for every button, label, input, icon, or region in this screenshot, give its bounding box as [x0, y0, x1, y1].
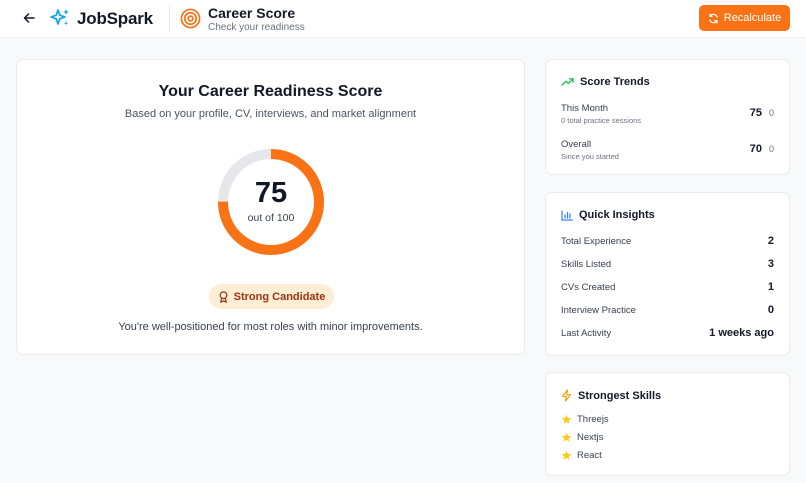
- skill-item: Threejs: [561, 414, 609, 425]
- score-trends-label: Score Trends: [580, 76, 650, 88]
- recalculate-button[interactable]: Recalculate: [699, 5, 790, 31]
- trend-overall-label: Overall: [561, 139, 592, 150]
- insight-last-activity-label: Last Activity: [561, 328, 612, 339]
- score-card: Your Career Readiness Score Based on you…: [16, 59, 525, 355]
- score-trends-card: Score Trends This Month 0 total practice…: [545, 59, 790, 175]
- score-out-of: out of 100: [247, 212, 295, 224]
- quick-insights-card: Quick Insights Total Experience 2 Skills…: [545, 192, 790, 356]
- trend-overall-note: Since you started: [561, 152, 619, 161]
- score-heading: Your Career Readiness Score: [158, 83, 383, 100]
- trend-this-month-delta: 0: [768, 108, 774, 118]
- trend-this-month-note: 0 total practice sessions: [561, 116, 642, 125]
- award-icon: [219, 290, 228, 303]
- quick-insights-title: Quick Insights: [561, 209, 655, 221]
- trend-overall-delta: 0: [768, 144, 774, 154]
- top-bar: JobSpark Career Score Check your readine…: [0, 0, 806, 38]
- back-button[interactable]: [20, 9, 38, 27]
- skill-name: Threejs: [577, 414, 609, 425]
- score-trends-title: Score Trends: [561, 76, 650, 88]
- trend-this-month-label: This Month: [561, 103, 608, 114]
- page-subtitle: Check your readiness: [208, 22, 305, 33]
- skill-name: React: [577, 450, 602, 461]
- sparkles-icon: [50, 9, 69, 26]
- insight-cvs-created-label: CVs Created: [561, 282, 616, 293]
- trend-this-month-value: 75: [749, 107, 762, 119]
- page-title: Career Score: [208, 5, 296, 21]
- insight-cvs-created-value: 1: [767, 281, 774, 293]
- skill-item: Nextjs: [561, 432, 603, 443]
- skill-name: Nextjs: [577, 432, 604, 443]
- status-badge: Strong Candidate: [209, 284, 334, 309]
- lightning-icon: [561, 389, 572, 402]
- brand-name[interactable]: JobSpark: [77, 9, 153, 29]
- score-message: You're well-positioned for most roles wi…: [118, 321, 423, 333]
- score-subheading: Based on your profile, CV, interviews, a…: [124, 108, 417, 120]
- insight-last-activity-value: 1 weeks ago: [709, 327, 774, 339]
- bar-chart-icon: [561, 209, 573, 221]
- status-badge-label: Strong Candidate: [233, 290, 326, 303]
- arrow-left-icon: [23, 13, 35, 23]
- skill-item: React: [561, 450, 602, 461]
- insight-skills-listed-value: 3: [767, 258, 774, 270]
- recalculate-label: Recalculate: [723, 12, 782, 24]
- strongest-skills-card: Strongest Skills Threejs Nextjs React: [545, 372, 790, 476]
- quick-insights-label: Quick Insights: [579, 209, 655, 221]
- insight-interview-practice-value: 0: [767, 304, 774, 316]
- insight-total-experience-label: Total Experience: [561, 236, 632, 247]
- star-icon: [561, 450, 572, 460]
- strongest-skills-label: Strongest Skills: [578, 389, 662, 402]
- strongest-skills-title: Strongest Skills: [561, 389, 661, 402]
- target-icon: [180, 8, 201, 29]
- star-icon: [561, 432, 572, 442]
- score-value: 75: [254, 177, 288, 209]
- trending-up-icon: [561, 78, 574, 86]
- star-icon: [561, 414, 572, 424]
- header-divider: [169, 6, 170, 32]
- refresh-icon: [708, 13, 718, 23]
- trend-overall-value: 70: [749, 143, 762, 155]
- insight-interview-practice-label: Interview Practice: [561, 305, 636, 316]
- insight-total-experience-value: 2: [767, 235, 774, 247]
- insight-skills-listed-label: Skills Listed: [561, 259, 612, 270]
